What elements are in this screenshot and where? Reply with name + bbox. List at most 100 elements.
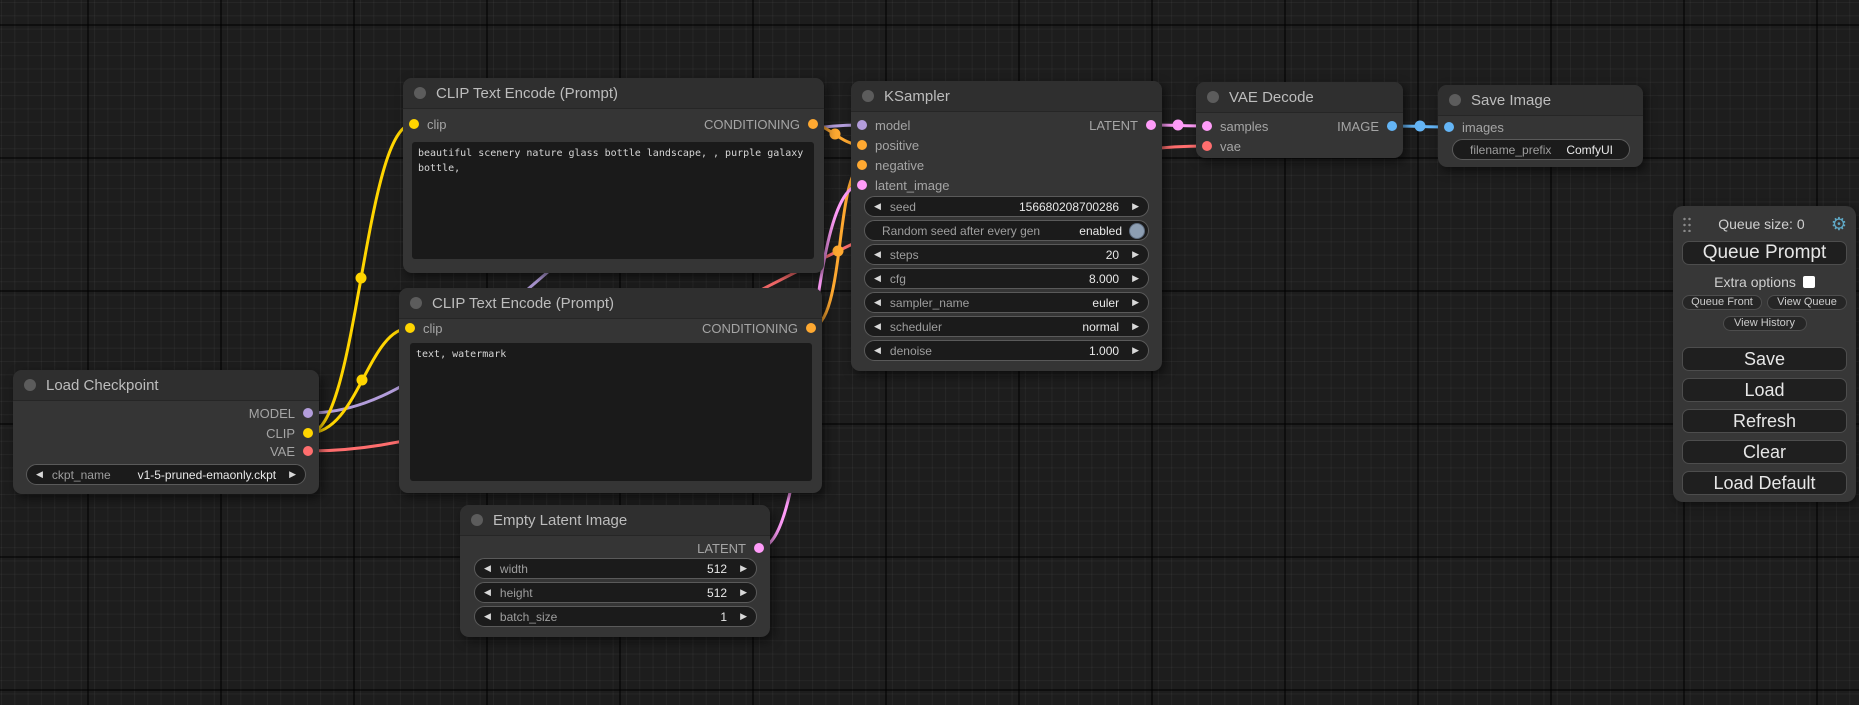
- node-titlebar[interactable]: CLIP Text Encode (Prompt): [399, 288, 822, 319]
- input-slot-clip[interactable]: clip: [405, 318, 443, 338]
- output-slot-vae[interactable]: VAE: [270, 441, 313, 461]
- stepper-left-icon[interactable]: ◀: [865, 317, 890, 336]
- slot-dot-vae[interactable]: [303, 446, 313, 456]
- slot-dot-latent[interactable]: [1202, 121, 1212, 131]
- stepper-left-icon[interactable]: ◀: [475, 607, 500, 626]
- stepper-left-icon[interactable]: ◀: [865, 293, 890, 312]
- output-slot-conditioning[interactable]: CONDITIONING: [704, 114, 818, 134]
- stepper-right-icon[interactable]: ▶: [1123, 341, 1148, 360]
- node-titlebar[interactable]: Empty Latent Image: [460, 505, 770, 536]
- widget-ckpt-name[interactable]: ◀ ckpt_name v1-5-pruned-emaonly.ckpt ▶: [26, 464, 306, 485]
- slot-dot-conditioning[interactable]: [857, 140, 867, 150]
- output-slot-conditioning[interactable]: CONDITIONING: [702, 318, 816, 338]
- link-middot-latent[interactable]: [1173, 120, 1184, 131]
- stepper-left-icon[interactable]: ◀: [27, 465, 52, 484]
- widget-random-seed-toggle[interactable]: Random seed after every gen enabled: [864, 220, 1149, 241]
- collapse-dot-icon[interactable]: [471, 514, 483, 526]
- node-clip-text-encode-negative[interactable]: CLIP Text Encode (Prompt) clip CONDITION…: [399, 288, 822, 493]
- stepper-left-icon[interactable]: ◀: [475, 583, 500, 602]
- collapse-dot-icon[interactable]: [410, 297, 422, 309]
- refresh-button[interactable]: Refresh: [1682, 409, 1847, 433]
- widget-seed[interactable]: ◀ seed 156680208700286 ▶: [864, 196, 1149, 217]
- node-titlebar[interactable]: KSampler: [851, 81, 1162, 112]
- slot-dot-image[interactable]: [1444, 122, 1454, 132]
- output-slot-latent[interactable]: LATENT: [697, 538, 764, 558]
- slot-dot-latent[interactable]: [857, 180, 867, 190]
- collapse-dot-icon[interactable]: [414, 87, 426, 99]
- stepper-right-icon[interactable]: ▶: [1123, 269, 1148, 288]
- widget-width[interactable]: ◀ width 512 ▶: [474, 558, 757, 579]
- slot-dot-clip[interactable]: [303, 428, 313, 438]
- slot-dot-image[interactable]: [1387, 121, 1397, 131]
- input-slot-latent-image[interactable]: latent_image: [857, 175, 949, 195]
- slot-dot-conditioning[interactable]: [857, 160, 867, 170]
- prompt-textarea-negative[interactable]: text, watermark: [410, 343, 812, 481]
- stepper-left-icon[interactable]: ◀: [865, 269, 890, 288]
- input-slot-positive[interactable]: positive: [857, 135, 919, 155]
- link-middot-image[interactable]: [1415, 121, 1426, 132]
- stepper-right-icon[interactable]: ▶: [731, 583, 756, 602]
- node-ksampler[interactable]: KSampler model positive negative latent_…: [851, 81, 1162, 371]
- input-slot-clip[interactable]: clip: [409, 114, 447, 134]
- stepper-right-icon[interactable]: ▶: [280, 465, 305, 484]
- prompt-textarea-positive[interactable]: beautiful scenery nature glass bottle la…: [412, 142, 814, 259]
- load-button[interactable]: Load: [1682, 378, 1847, 402]
- collapse-dot-icon[interactable]: [24, 379, 36, 391]
- view-queue-button[interactable]: View Queue: [1767, 295, 1847, 310]
- slot-dot-clip[interactable]: [405, 323, 415, 333]
- node-titlebar[interactable]: Load Checkpoint: [13, 370, 319, 401]
- link-middot-clip-2[interactable]: [357, 375, 368, 386]
- save-button[interactable]: Save: [1682, 347, 1847, 371]
- node-save-image[interactable]: Save Image images filename_prefix ComfyU…: [1438, 85, 1643, 167]
- clear-button[interactable]: Clear: [1682, 440, 1847, 464]
- stepper-right-icon[interactable]: ▶: [1123, 245, 1148, 264]
- widget-cfg[interactable]: ◀ cfg 8.000 ▶: [864, 268, 1149, 289]
- node-empty-latent-image[interactable]: Empty Latent Image LATENT ◀ width 512 ▶ …: [460, 505, 770, 637]
- slot-dot-conditioning[interactable]: [808, 119, 818, 129]
- comfyui-canvas[interactable]: { "colors": { "model": "#B39DDB", "clip"…: [0, 0, 1859, 705]
- stepper-left-icon[interactable]: ◀: [865, 341, 890, 360]
- stepper-left-icon[interactable]: ◀: [865, 245, 890, 264]
- slot-dot-latent[interactable]: [754, 543, 764, 553]
- stepper-right-icon[interactable]: ▶: [1123, 293, 1148, 312]
- queue-panel[interactable]: Queue size: 0 ⚙ Queue Prompt Extra optio…: [1673, 206, 1856, 502]
- slot-dot-vae[interactable]: [1202, 141, 1212, 151]
- stepper-right-icon[interactable]: ▶: [731, 607, 756, 626]
- view-history-button[interactable]: View History: [1723, 316, 1807, 331]
- extra-options-checkbox[interactable]: [1803, 276, 1815, 288]
- slot-dot-clip[interactable]: [409, 119, 419, 129]
- node-titlebar[interactable]: CLIP Text Encode (Prompt): [403, 78, 824, 109]
- widget-sampler-name[interactable]: ◀ sampler_name euler ▶: [864, 292, 1149, 313]
- node-titlebar[interactable]: VAE Decode: [1196, 82, 1403, 113]
- slot-dot-model[interactable]: [303, 408, 313, 418]
- link-middot-clip-1[interactable]: [356, 273, 367, 284]
- toggle-knob-icon[interactable]: [1129, 223, 1145, 239]
- input-slot-samples[interactable]: samples: [1202, 116, 1268, 136]
- collapse-dot-icon[interactable]: [1449, 94, 1461, 106]
- stepper-left-icon[interactable]: ◀: [475, 559, 500, 578]
- collapse-dot-icon[interactable]: [1207, 91, 1219, 103]
- widget-steps[interactable]: ◀ steps 20 ▶: [864, 244, 1149, 265]
- queue-prompt-button[interactable]: Queue Prompt: [1682, 241, 1847, 265]
- input-slot-negative[interactable]: negative: [857, 155, 924, 175]
- collapse-dot-icon[interactable]: [862, 90, 874, 102]
- node-clip-text-encode-positive[interactable]: CLIP Text Encode (Prompt) clip CONDITION…: [403, 78, 824, 273]
- input-slot-model[interactable]: model: [857, 115, 910, 135]
- node-titlebar[interactable]: Save Image: [1438, 85, 1643, 116]
- load-default-button[interactable]: Load Default: [1682, 471, 1847, 495]
- link-middot-conditioning-1[interactable]: [830, 129, 841, 140]
- input-slot-images[interactable]: images: [1444, 117, 1504, 137]
- stepper-right-icon[interactable]: ▶: [1123, 317, 1148, 336]
- input-slot-vae[interactable]: vae: [1202, 136, 1241, 156]
- slot-dot-model[interactable]: [857, 120, 867, 130]
- link-middot-conditioning-2[interactable]: [833, 246, 844, 257]
- stepper-left-icon[interactable]: ◀: [865, 197, 890, 216]
- drag-handle-icon[interactable]: [1682, 216, 1692, 232]
- widget-filename-prefix[interactable]: filename_prefix ComfyUI: [1452, 139, 1630, 160]
- node-vae-decode[interactable]: VAE Decode samples vae IMAGE: [1196, 82, 1403, 158]
- stepper-right-icon[interactable]: ▶: [731, 559, 756, 578]
- widget-batch-size[interactable]: ◀ batch_size 1 ▶: [474, 606, 757, 627]
- output-slot-latent[interactable]: LATENT: [1089, 115, 1156, 135]
- widget-denoise[interactable]: ◀ denoise 1.000 ▶: [864, 340, 1149, 361]
- stepper-right-icon[interactable]: ▶: [1123, 197, 1148, 216]
